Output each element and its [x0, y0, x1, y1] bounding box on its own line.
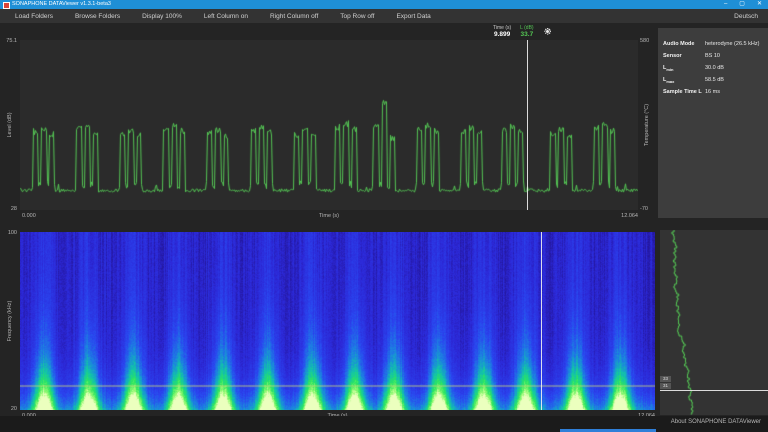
title-bar: SONAPHONE DATAViewer v1.3.1-beta3 – ▢ ✕ [0, 0, 768, 9]
app-icon [3, 2, 10, 9]
menu-top-row-toggle[interactable]: Top Row off [340, 13, 374, 20]
menu-right-column-toggle[interactable]: Right Column off [270, 13, 318, 20]
spectrogram-canvas[interactable] [20, 232, 655, 410]
temperature-y-axis-label: Temperature (°C) [644, 104, 650, 146]
info-row-sample-time: Sample Time L 16 ms [663, 89, 763, 96]
level-chart-section: Time (s) 9.899 L (dB) 33.7 Level (dB) 75… [0, 24, 654, 222]
info-row-lmax: Lmax 58.5 dB [663, 77, 763, 84]
menu-browse-folders[interactable]: Browse Folders [75, 13, 120, 20]
window-title: SONAPHONE DATAViewer v1.3.1-beta3 [12, 1, 111, 7]
level-x-min-tick: 0.000 [22, 213, 36, 219]
spectrum-canvas[interactable] [660, 230, 768, 415]
time-cursor-line[interactable] [527, 40, 528, 210]
about-link[interactable]: About SONAPHONE DATAViewer [671, 419, 761, 425]
menu-left-column-toggle[interactable]: Left Column on [204, 13, 248, 20]
level-plot-area[interactable] [20, 40, 638, 210]
spectrogram-plot-area[interactable] [20, 232, 655, 410]
spectrum-side-panel[interactable]: 33 31 [660, 230, 768, 415]
menu-bar: Load Folders Browse Folders Display 100%… [0, 9, 768, 23]
maximize-button[interactable]: ▢ [739, 0, 745, 9]
menu-display-zoom[interactable]: Display 100% [142, 13, 182, 20]
level-x-axis-label: Time (s) [319, 213, 339, 219]
frequency-cursor-label-bottom: 31 [660, 383, 671, 389]
minimize-button[interactable]: – [724, 0, 727, 9]
level-y-axis: Level (dB) 75.1 28 [0, 40, 19, 210]
status-bar: About SONAPHONE DATAViewer [0, 416, 768, 432]
close-button[interactable]: ✕ [757, 0, 762, 9]
settings-gear-icon[interactable] [543, 27, 552, 36]
measurement-info-panel: Audio Mode heterodyne (26.5 kHz) Sensor … [658, 28, 768, 218]
spectrogram-y-axis-label: Frequency (kHz) [7, 301, 13, 342]
spectrogram-y-axis: Frequency (kHz) 100 20 [0, 232, 19, 410]
level-y-axis-label: Level (dB) [7, 112, 13, 137]
menu-export-data[interactable]: Export Data [396, 13, 430, 20]
info-row-lmin: Lmin 30.0 dB [663, 65, 763, 72]
frequency-cursor-label-top: 33 [660, 376, 671, 382]
spectrogram-y-max-tick: 100 [8, 230, 17, 236]
spectrogram-y-min-tick: 20 [11, 406, 17, 412]
app-window: SONAPHONE DATAViewer v1.3.1-beta3 – ▢ ✕ … [0, 0, 768, 432]
spectrogram-time-cursor-line[interactable] [541, 232, 542, 410]
temperature-y-min-tick: -70 [640, 206, 648, 212]
frequency-cursor-line[interactable] [660, 390, 768, 391]
temperature-y-max-tick: 580 [640, 38, 649, 44]
menu-load-folders[interactable]: Load Folders [15, 13, 53, 20]
info-row-audio-mode: Audio Mode heterodyne (26.5 kHz) [663, 41, 763, 48]
menu-language[interactable]: Deutsch [734, 13, 758, 20]
readout-level-value: 33.7 [521, 31, 534, 38]
level-x-max-tick: 12.064 [621, 213, 638, 219]
level-x-axis: 0.000 Time (s) 12.064 [20, 211, 638, 221]
readout-time-value: 9.899 [494, 31, 510, 38]
level-plot-canvas[interactable] [20, 40, 638, 210]
level-y-max-tick: 75.1 [6, 38, 17, 44]
spectrogram-section: Frequency (kHz) 100 20 0.000 Time (s) 12… [0, 225, 658, 416]
info-row-sensor: Sensor BS 10 [663, 53, 763, 60]
level-y-min-tick: 28 [11, 206, 17, 212]
cursor-readout: Time (s) 9.899 L (dB) 33.7 [493, 25, 552, 38]
temperature-y-axis: Temperature (°C) 580 -70 [638, 40, 655, 210]
